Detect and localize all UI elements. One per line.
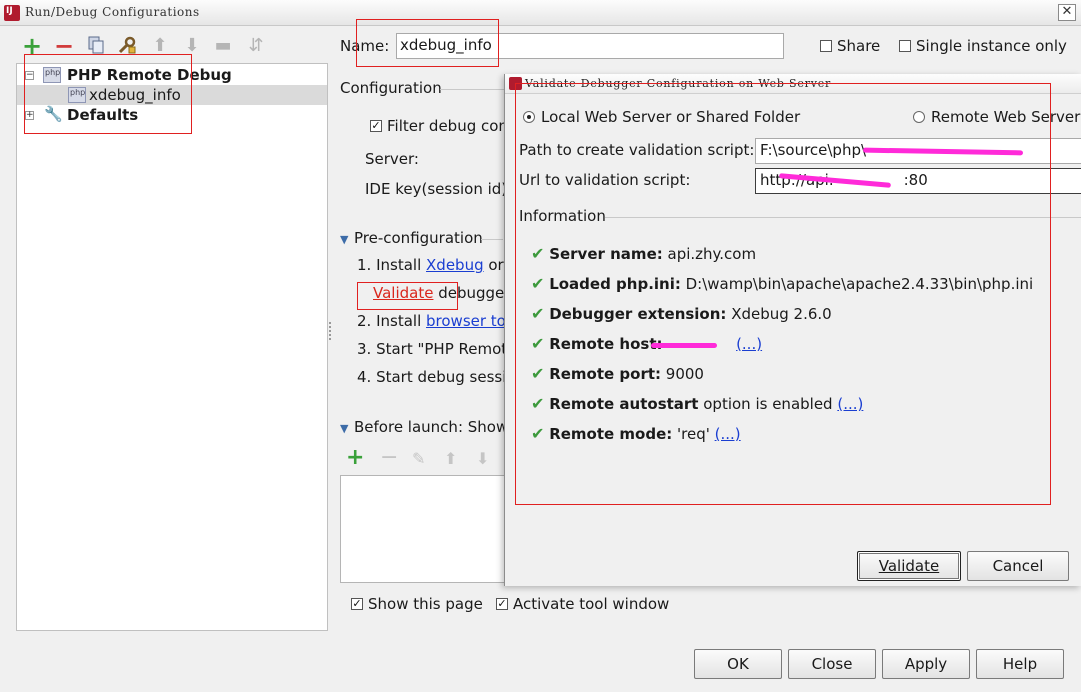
before-launch-list[interactable] — [340, 475, 510, 583]
validate-button-label: Validate — [878, 557, 940, 575]
move-up-button[interactable]: ⬆ — [150, 36, 170, 56]
close-button[interactable]: Close — [788, 649, 876, 679]
window-title: Run/Debug Configurations — [25, 5, 200, 19]
remove-task-button[interactable]: − — [380, 447, 398, 469]
before-launch-header: Before launch: Show t — [354, 418, 519, 436]
move-task-up-button[interactable]: ⬆ — [444, 449, 457, 468]
show-page-checkbox[interactable]: ✓ — [351, 598, 363, 610]
activate-tool-checkbox[interactable]: ✓ — [496, 598, 508, 610]
edit-defaults-button[interactable] — [117, 36, 137, 56]
cancel-button[interactable]: Cancel — [967, 551, 1069, 581]
single-instance-label: Single instance only — [916, 37, 1067, 55]
separator — [440, 89, 504, 90]
show-page-label: Show this page — [368, 595, 483, 613]
preconfig-step-2: 2. Install browser too — [357, 312, 515, 330]
copy-icon — [88, 36, 104, 54]
step2-prefix: 2. Install — [357, 312, 427, 330]
help-button[interactable]: Help — [976, 649, 1064, 679]
add-configuration-button[interactable]: + — [22, 34, 42, 58]
remove-configuration-button[interactable]: − — [54, 34, 74, 58]
app-icon — [4, 5, 20, 21]
annotation-box-dialog — [515, 83, 1051, 505]
share-label: Share — [837, 37, 881, 55]
configuration-header: Configuration — [340, 79, 442, 97]
configurations-tree[interactable]: − php PHP Remote Debug php xdebug_info +… — [16, 63, 328, 631]
folder-button[interactable]: ▬ — [213, 36, 233, 56]
wrench-icon — [118, 36, 136, 54]
preconfig-step-4: 4. Start debug sessio — [357, 368, 516, 386]
annotation-box-validate — [357, 282, 458, 310]
triangle-down-icon[interactable]: ▼ — [340, 422, 348, 435]
copy-configuration-button[interactable] — [86, 36, 106, 56]
edit-task-button[interactable]: ✎ — [412, 449, 425, 468]
annotation-box-name — [356, 19, 499, 67]
move-down-button[interactable]: ⬇ — [182, 36, 202, 56]
validate-button[interactable]: Validate — [857, 551, 961, 581]
separator — [481, 239, 503, 240]
browser-toolbar-link[interactable]: browser too — [426, 312, 515, 330]
step1-prefix: 1. Install — [357, 256, 427, 274]
annotation-box-tree — [24, 54, 192, 134]
window-close-button[interactable]: ✕ — [1058, 4, 1076, 21]
preconfig-step-3: 3. Start "PHP Remot — [357, 340, 508, 358]
ide-key-label: IDE key(session id): — [365, 180, 513, 198]
filter-label: Filter debug con — [387, 117, 508, 135]
preconfig-step-1: 1. Install Xdebug or — [357, 256, 504, 274]
add-task-button[interactable]: + — [346, 447, 364, 469]
move-task-down-button[interactable]: ⬇ — [476, 449, 489, 468]
triangle-down-icon[interactable]: ▼ — [340, 233, 348, 246]
preconfig-header: Pre-configuration — [354, 229, 483, 247]
sort-button[interactable]: ⇵ — [246, 36, 266, 56]
activate-tool-label: Activate tool window — [513, 595, 670, 613]
apply-button[interactable]: Apply — [882, 649, 970, 679]
share-checkbox[interactable] — [820, 40, 832, 52]
xdebug-link[interactable]: Xdebug — [426, 256, 484, 274]
ok-button[interactable]: OK — [694, 649, 782, 679]
single-instance-checkbox[interactable] — [899, 40, 911, 52]
filter-checkbox[interactable]: ✓ — [370, 120, 382, 132]
server-label: Server: — [365, 150, 419, 168]
splitter-handle[interactable] — [329, 322, 333, 340]
step1-suffix: or — [483, 256, 504, 274]
window-title-bar: Run/Debug Configurations ✕ — [0, 0, 1081, 26]
